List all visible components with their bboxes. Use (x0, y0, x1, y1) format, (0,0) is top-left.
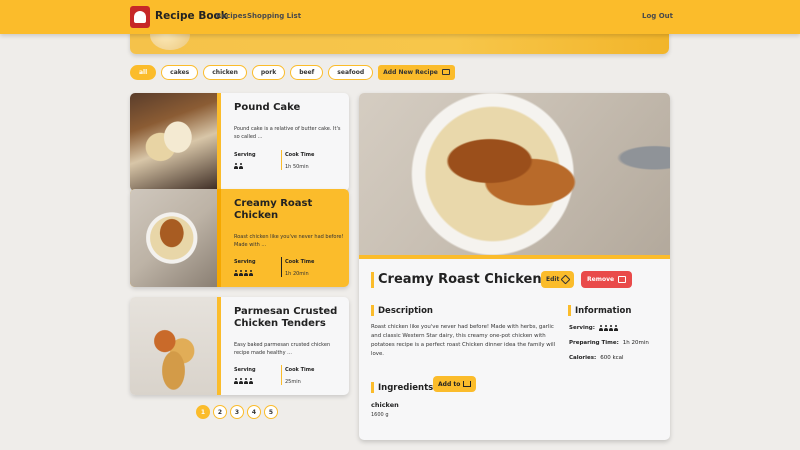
recipe-thumbnail (130, 189, 217, 287)
prep-value: 1h 20min (622, 340, 649, 346)
serving-label: Serving (234, 259, 256, 265)
person-icon (603, 325, 608, 331)
calories-label: Calories: (569, 355, 597, 361)
recipe-card-description: Pound cake is a relative of butter cake.… (234, 126, 341, 140)
calories-value: 600 kcal (600, 355, 624, 361)
person-icon (234, 378, 238, 384)
remove-recipe-button[interactable]: Remove (581, 271, 633, 288)
prep-label: Preparing Time: (569, 340, 619, 346)
cart-icon (463, 381, 472, 387)
ingredient-name: chicken (371, 401, 399, 409)
recipe-thumbnail (130, 93, 217, 191)
cook-time-label: Cook Time (285, 367, 315, 373)
edit-label: Edit (546, 276, 560, 283)
person-icon (239, 270, 243, 276)
add-to-label: Add to (438, 380, 461, 388)
recipe-detail-title: Creamy Roast Chicken (378, 272, 542, 287)
add-to-shopping-list-button[interactable]: Add to (433, 376, 477, 392)
filter-chip-seafood[interactable]: seafood (328, 64, 374, 80)
filter-chip-pork[interactable]: pork (251, 64, 286, 80)
filter-chip-beef[interactable]: beef (290, 64, 324, 80)
filter-chip-all[interactable]: all (130, 64, 157, 80)
serving-people-icons (234, 163, 243, 169)
description-heading: Description (378, 306, 433, 316)
serving-label: Serving (234, 152, 256, 158)
recipe-card-creamy-roast-chicken[interactable]: Creamy Roast Chicken Roast chicken like … (130, 189, 349, 287)
serving-label: Serving (234, 367, 256, 373)
page-button-1[interactable]: 1 (196, 405, 210, 419)
person-icon (613, 325, 618, 331)
info-serving-label: Serving: (569, 325, 595, 331)
pencil-icon (560, 274, 571, 285)
trash-icon (618, 276, 627, 283)
recipe-thumbnail (130, 297, 217, 395)
cook-time-label: Cook Time (285, 259, 315, 265)
pagination: 1 2 3 4 5 (196, 405, 278, 419)
edit-recipe-button[interactable]: Edit (541, 271, 575, 288)
remove-label: Remove (587, 276, 615, 283)
nav-shopping-list-link[interactable]: Shopping List (247, 12, 301, 20)
serving-people-icons (234, 270, 253, 276)
person-icon (608, 325, 613, 331)
person-icon (249, 270, 253, 276)
filter-chip-cakes[interactable]: cakes (161, 64, 199, 80)
page-button-3[interactable]: 3 (230, 405, 244, 419)
person-icon (244, 378, 248, 384)
folder-plus-icon (441, 69, 450, 75)
top-navbar: Recipe Book Recipes Shopping List Log Ou… (0, 0, 800, 34)
add-recipe-label: Add New Recipe (383, 68, 438, 76)
person-icon (249, 378, 253, 384)
page-button-2[interactable]: 2 (213, 405, 227, 419)
recipe-card-title: Creamy Roast Chicken (234, 198, 313, 221)
page-button-5[interactable]: 5 (264, 405, 278, 419)
person-icon (239, 163, 243, 169)
page-button-4[interactable]: 4 (247, 405, 261, 419)
person-icon (244, 270, 248, 276)
info-preparing-time: Preparing Time: 1h 20min (569, 340, 649, 346)
recipe-card-title: Parmesan Crusted Chicken Tenders (234, 306, 338, 329)
person-icon (239, 378, 243, 384)
recipe-detail-panel: Creamy Roast Chicken Edit Remove Descrip… (359, 93, 670, 440)
recipe-card-description: Roast chicken like you've never had befo… (234, 234, 344, 248)
recipe-card-parmesan-chicken-tenders[interactable]: Parmesan Crusted Chicken Tenders Easy ba… (130, 297, 349, 395)
logout-link[interactable]: Log Out (642, 12, 673, 20)
recipe-detail-image (359, 93, 670, 255)
info-serving: Serving: (569, 325, 618, 331)
info-calories: Calories: 600 kcal (569, 355, 624, 361)
person-icon (234, 163, 238, 169)
recipe-card-pound-cake[interactable]: Pound Cake Pound cake is a relative of b… (130, 93, 349, 191)
ingredients-heading: Ingredients (378, 383, 434, 393)
nav-recipes-link[interactable]: Recipes (216, 12, 247, 20)
cook-time-value: 25min (285, 379, 301, 385)
ingredient-quantity: 1600 g (371, 412, 389, 418)
cook-time-label: Cook Time (285, 152, 315, 158)
filter-chip-chicken[interactable]: chicken (203, 64, 247, 80)
recipe-card-title: Pound Cake (234, 102, 301, 113)
cook-time-value: 1h 20min (285, 271, 309, 277)
add-new-recipe-button[interactable]: Add New Recipe (378, 64, 455, 80)
serving-people-icons (598, 325, 618, 331)
person-icon (598, 325, 603, 331)
serving-people-icons (234, 378, 253, 384)
recipe-description-text: Roast chicken like you've never had befo… (371, 324, 556, 357)
information-heading: Information (575, 306, 632, 316)
category-filter-bar: all cakes chicken pork beef seafood Add … (130, 64, 455, 80)
chef-hat-logo-icon[interactable] (130, 6, 150, 28)
person-icon (234, 270, 238, 276)
cook-time-value: 1h 50min (285, 164, 309, 170)
recipe-card-description: Easy baked parmesan crusted chicken reci… (234, 342, 331, 356)
